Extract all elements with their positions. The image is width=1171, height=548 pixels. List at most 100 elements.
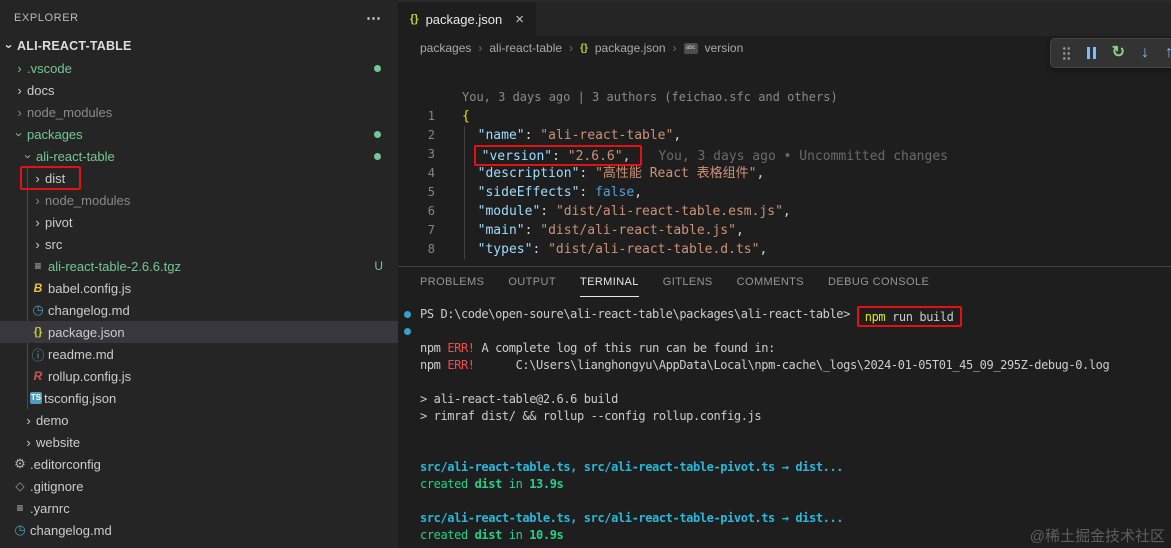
tree-item-demo[interactable]: › demo bbox=[0, 409, 398, 431]
tree-item-.gitignore[interactable]: ◇ .gitignore bbox=[0, 475, 398, 497]
tab-package-json[interactable]: {} package.json × bbox=[398, 2, 536, 36]
chevron-right-icon: › bbox=[35, 214, 40, 230]
modified-dot-badge bbox=[374, 65, 381, 72]
panel-tab-gitlens[interactable]: GITLENS bbox=[663, 267, 713, 297]
file-tree: › .vscode › docs › node_modules › packages › ali-… bbox=[0, 57, 398, 541]
panel-tab-terminal[interactable]: TERMINAL bbox=[579, 267, 639, 297]
command-decoration-dot[interactable] bbox=[404, 328, 411, 335]
indent-guide bbox=[464, 126, 465, 259]
breadcrumb-separator: › bbox=[672, 41, 677, 55]
command-decoration-dot[interactable] bbox=[404, 311, 411, 318]
line-number: 3 bbox=[427, 147, 435, 161]
terminal-line: src/ali-react-table.ts, src/ali-react-ta… bbox=[420, 460, 844, 474]
tab-label: package.json bbox=[425, 11, 503, 27]
close-icon[interactable]: × bbox=[515, 11, 524, 28]
pause-icon[interactable] bbox=[1086, 47, 1096, 59]
babel-file-icon: B bbox=[33, 281, 43, 295]
panel-tabs: PROBLEMS OUTPUT TERMINAL GITLENS COMMENTS DEB… bbox=[398, 267, 1171, 297]
tree-item-label: changelog.md bbox=[48, 302, 130, 318]
line-number: 6 bbox=[427, 204, 435, 218]
highlight-box: "version": "2.6.6", bbox=[473, 145, 643, 166]
info-file-icon: ⓘ bbox=[31, 347, 45, 363]
tree-item-label: tsconfig.json bbox=[44, 390, 117, 406]
line-number: 1 bbox=[427, 109, 435, 123]
tree-item-ali-react-table-2.6.6.tgz[interactable]: ≡ ali-react-table-2.6.6.tgz U bbox=[0, 255, 398, 277]
git-file-icon: ◇ bbox=[15, 479, 25, 493]
panel-tab-comments[interactable]: COMMENTS bbox=[737, 267, 804, 297]
more-actions-icon[interactable]: ⋯ bbox=[366, 9, 382, 27]
tree-item-packages[interactable]: › packages bbox=[0, 123, 398, 145]
tree-item-babel.config.js[interactable]: Bbabel.config.js bbox=[0, 277, 398, 299]
tree-item-label: .yarnrc bbox=[30, 500, 70, 516]
restart-icon[interactable]: ↻ bbox=[1112, 45, 1125, 61]
tree-item-.yarnrc[interactable]: ≡ .yarnrc bbox=[0, 497, 398, 519]
panel-tab-problems[interactable]: PROBLEMS bbox=[420, 267, 484, 297]
chevron-right-icon: › bbox=[17, 60, 22, 76]
codelens-blame[interactable]: You, 3 days ago | 3 authors (feichao.sfc… bbox=[450, 88, 838, 107]
braces-file-icon: {} bbox=[33, 326, 43, 338]
tree-item-src[interactable]: › src bbox=[0, 233, 398, 255]
step-into-icon[interactable]: ↓ bbox=[1141, 45, 1149, 61]
code-line-1: 1{ bbox=[398, 107, 1171, 126]
chevron-down-icon: › bbox=[21, 153, 36, 159]
tree-item-changelog.md[interactable]: ◷ changelog.md bbox=[0, 299, 398, 321]
terminal-line: created dist in 13.9s bbox=[420, 477, 564, 491]
tree-item-dist[interactable]: › dist bbox=[0, 166, 398, 190]
clock-file-icon: ◷ bbox=[32, 302, 44, 317]
tree-item-label: .gitignore bbox=[30, 478, 84, 494]
chevron-right-icon: › bbox=[26, 412, 31, 428]
tree-item-label: docs bbox=[27, 82, 55, 98]
breadcrumb-separator: › bbox=[569, 41, 574, 55]
tree-item-changelog.md[interactable]: ◷ changelog.md bbox=[0, 519, 398, 541]
tree-item-website[interactable]: › website bbox=[0, 431, 398, 453]
tree-item-.editorconfig[interactable]: ⚙ .editorconfig bbox=[0, 453, 398, 475]
tree-item-ali-react-table[interactable]: › ali-react-table bbox=[0, 145, 398, 167]
tree-item-pivot[interactable]: › pivot bbox=[0, 211, 398, 233]
tree-item-label: readme.md bbox=[48, 346, 114, 362]
lines-file-icon: ≡ bbox=[34, 259, 42, 273]
chevron-down-icon: › bbox=[2, 43, 17, 49]
workspace-root-label: ALI-REACT-TABLE bbox=[17, 39, 132, 53]
drag-handle-icon[interactable] bbox=[1061, 46, 1071, 60]
panel-tab-debug-console[interactable]: DEBUG CONSOLE bbox=[828, 267, 929, 297]
tree-item-label: pivot bbox=[45, 214, 73, 230]
tree-item-docs[interactable]: › docs bbox=[0, 79, 398, 101]
code-line-6: 6 "module": "dist/ali-react-table.esm.js… bbox=[398, 202, 1171, 221]
terminal[interactable]: PS D:\code\open-soure\ali-react-table\pa… bbox=[398, 297, 1171, 544]
tree-item-label: packages bbox=[27, 126, 83, 142]
tree-item-package.json[interactable]: {} package.json bbox=[0, 321, 398, 343]
chevron-right-icon: › bbox=[17, 82, 22, 98]
step-out-icon[interactable]: ↑ bbox=[1165, 45, 1171, 61]
explorer-sidebar: EXPLORER ⋯ › ALI-REACT-TABLE › .vscode › do… bbox=[0, 0, 398, 548]
debug-toolbar: ↻ ↓ ↑ bbox=[1049, 38, 1171, 68]
breadcrumb-item[interactable]: version bbox=[705, 41, 744, 55]
tree-item-label: changelog.md bbox=[30, 522, 112, 538]
gear-file-icon: ⚙ bbox=[14, 456, 26, 471]
json-file-icon: {} bbox=[410, 13, 419, 25]
workspace-root[interactable]: › ALI-REACT-TABLE bbox=[0, 35, 398, 57]
breadcrumb-item[interactable]: package.json bbox=[595, 41, 666, 55]
tree-item-label: package.json bbox=[48, 324, 125, 340]
lines-file-icon: ≡ bbox=[16, 501, 24, 515]
terminal-line: npm ERR! A complete log of this run can … bbox=[420, 341, 775, 355]
code-line-8: 8 "types": "dist/ali-react-table.d.ts", bbox=[398, 240, 1171, 259]
line-number: 8 bbox=[427, 242, 435, 256]
tree-item-node-modules[interactable]: › node_modules bbox=[0, 189, 398, 211]
tree-item-tsconfig.json[interactable]: TS tsconfig.json bbox=[0, 387, 398, 409]
tree-item-readme.md[interactable]: ⓘ readme.md bbox=[0, 343, 398, 365]
code-editor[interactable]: You, 3 days ago | 3 authors (feichao.sfc… bbox=[398, 60, 1171, 266]
chevron-right-icon: › bbox=[26, 434, 31, 450]
inline-blame: You, 3 days ago • Uncommitted changes bbox=[658, 149, 948, 164]
tree-item-.vscode[interactable]: › .vscode bbox=[0, 57, 398, 79]
line-number: 4 bbox=[427, 166, 435, 180]
breadcrumb-item[interactable]: ali-react-table bbox=[489, 41, 562, 55]
tree-item-node-modules[interactable]: › node_modules bbox=[0, 101, 398, 123]
panel-tab-output[interactable]: OUTPUT bbox=[508, 267, 556, 297]
breadcrumb-item[interactable]: packages bbox=[420, 41, 471, 55]
watermark: @稀土掘金技术社区 bbox=[1029, 528, 1165, 545]
chevron-right-icon: › bbox=[35, 236, 40, 252]
tree-item-rollup.config.js[interactable]: Rrollup.config.js bbox=[0, 365, 398, 387]
untracked-badge: U bbox=[374, 259, 383, 273]
rollup-file-icon: R bbox=[33, 369, 43, 383]
